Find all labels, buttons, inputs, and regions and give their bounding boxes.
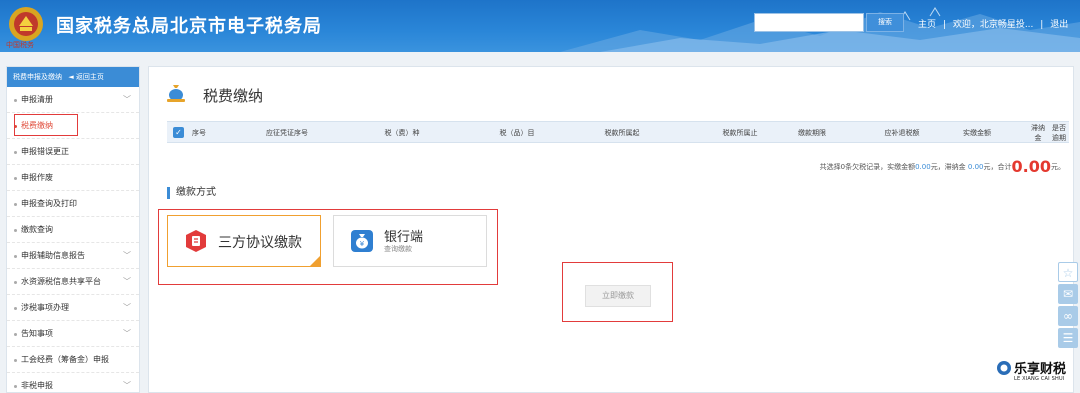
summary-total: 0.00 — [1011, 157, 1051, 176]
home-link[interactable]: 主页 — [918, 20, 936, 30]
sidebar-item-label: 缴款查询 — [21, 225, 53, 234]
brand-name-en: LE XIANG CAI SHUI — [1014, 376, 1065, 382]
column-header-line: 是否 — [1052, 124, 1066, 132]
back-home-label: 返回主页 — [75, 73, 104, 81]
sidebar-item-label: 非税申报 — [21, 381, 53, 390]
column-header: 是否 逾期 — [1049, 122, 1069, 144]
highlight-box-pay-now — [562, 262, 673, 322]
sidebar-header: 税费申报及缴纳 ◄ 返回主页 — [7, 67, 139, 87]
sidebar-item[interactable]: 涉税事项办理 ﹀ — [7, 295, 139, 321]
money-bag-icon — [167, 85, 185, 102]
section-title-payment-method: 缴款方式 — [167, 187, 216, 199]
separator: | — [942, 20, 946, 30]
summary-suffix: 元。 — [1051, 163, 1065, 171]
chevron-down-icon: ﹀ — [123, 251, 131, 260]
watermark-brand: 乐享财税 LE XIANG CAI SHUI — [996, 358, 1080, 388]
sidebar-item-label: 申报辅助信息报告 — [21, 251, 85, 260]
chevron-down-icon: ﹀ — [123, 329, 131, 338]
sidebar-item-label: 工会经费（筹备金）申报 — [21, 355, 109, 364]
column-header: 缴款期限 — [798, 129, 826, 137]
emblem-caption: 中国税务 — [6, 41, 34, 49]
tax-emblem-icon — [9, 7, 43, 41]
column-header: 应补退税额 — [884, 129, 920, 137]
sidebar-item[interactable]: 申报查询及打印 — [7, 191, 139, 217]
column-header: 滞纳金 — [1027, 122, 1049, 144]
sidebar-title: 税费申报及缴纳 — [13, 73, 62, 81]
summary-mid1: 元，滞纳金 — [930, 163, 966, 171]
chevron-down-icon: ﹀ — [123, 381, 131, 390]
sidebar-item-label: 申报清册 — [21, 95, 53, 104]
summary-prefix: 共选择0条欠税记录，实缴金额 — [819, 163, 916, 171]
sidebar-item-label: 涉税事项办理 — [21, 303, 69, 312]
payment-summary: 共选择0条欠税记录，实缴金额0.00元，滞纳金 0.00元，合计0.00元。 — [820, 157, 1065, 176]
column-header-line: 金 — [1034, 134, 1042, 142]
select-all-checkbox[interactable]: ✓ — [173, 127, 184, 138]
arrow-left-icon: ◄ — [68, 73, 74, 81]
top-header: 中国税务 国家税务总局北京市电子税务局 搜索 主页 | 欢迎，北京畅星投... … — [0, 0, 1080, 52]
search-button[interactable]: 搜索 — [866, 13, 904, 32]
sidebar-item[interactable]: 水资源税信息共享平台 ﹀ — [7, 269, 139, 295]
column-header: 序号 — [192, 129, 206, 137]
sidebar-item[interactable]: 申报错误更正 — [7, 139, 139, 165]
chevron-down-icon: ﹀ — [123, 277, 131, 286]
sidebar-item[interactable]: 告知事项 ﹀ — [7, 321, 139, 347]
column-header: 实缴金额 — [963, 129, 991, 137]
highlight-box-sidebar — [14, 114, 78, 136]
summary-amount: 0.00 — [915, 163, 931, 171]
sidebar-item[interactable]: 申报清册 ﹀ — [7, 87, 139, 113]
star-icon[interactable]: ☆ — [1058, 262, 1078, 282]
link-icon[interactable]: ∞ — [1058, 306, 1078, 326]
site-title: 国家税务总局北京市电子税务局 — [56, 16, 322, 37]
brand-logo-icon — [997, 361, 1011, 375]
column-header: 税（费）种 — [384, 129, 420, 137]
highlight-box-methods — [158, 209, 498, 285]
sidebar-item-label: 申报查询及打印 — [21, 199, 77, 208]
summary-mid2: 元，合计 — [983, 163, 1012, 171]
sidebar-item-label: 申报作废 — [21, 173, 53, 182]
welcome-user-link[interactable]: 欢迎，北京畅星投... — [953, 20, 1034, 30]
feedback-icon[interactable]: ☰ — [1058, 328, 1078, 348]
search-input[interactable] — [754, 13, 864, 32]
logout-link[interactable]: 退出 — [1050, 20, 1068, 30]
column-header-line: 逾期 — [1052, 134, 1066, 142]
sidebar-item[interactable]: 工会经费（筹备金）申报 — [7, 347, 139, 373]
back-home-link[interactable]: ◄ 返回主页 — [68, 73, 104, 81]
column-header-line: 滞纳 — [1031, 124, 1045, 132]
column-header: 应征凭证序号 — [266, 129, 308, 137]
sidebar-item[interactable]: 申报辅助信息报告 ﹀ — [7, 243, 139, 269]
sidebar-item[interactable]: 非税申报 ﹀ — [7, 373, 139, 393]
separator: | — [1040, 20, 1044, 30]
chevron-down-icon: ﹀ — [123, 303, 131, 312]
sidebar-item[interactable]: 缴款查询 — [7, 217, 139, 243]
top-links: 主页 | 欢迎，北京畅星投... | 退出 — [916, 17, 1070, 30]
brand-name-cn: 乐享财税 — [1014, 362, 1067, 377]
column-header: 税（品）目 — [499, 129, 535, 137]
chat-icon[interactable]: ✉ — [1058, 284, 1078, 304]
sidebar-item[interactable]: 申报作废 — [7, 165, 139, 191]
chevron-down-icon: ﹀ — [123, 95, 131, 104]
sidebar-item-label: 水资源税信息共享平台 — [21, 277, 101, 286]
table-header: ✓ 序号 应征凭证序号 税（费）种 税（品）目 税款所属起 税款所属止 缴款期限 应补退税额实… — [167, 121, 1069, 143]
sidebar-item-label: 告知事项 — [21, 329, 53, 338]
sidebar-item-label: 申报错误更正 — [21, 147, 69, 156]
summary-late-fee: 0.00 — [967, 163, 984, 171]
page-title: 税费缴纳 — [203, 87, 264, 105]
column-header: 税款所属起 — [604, 129, 640, 137]
